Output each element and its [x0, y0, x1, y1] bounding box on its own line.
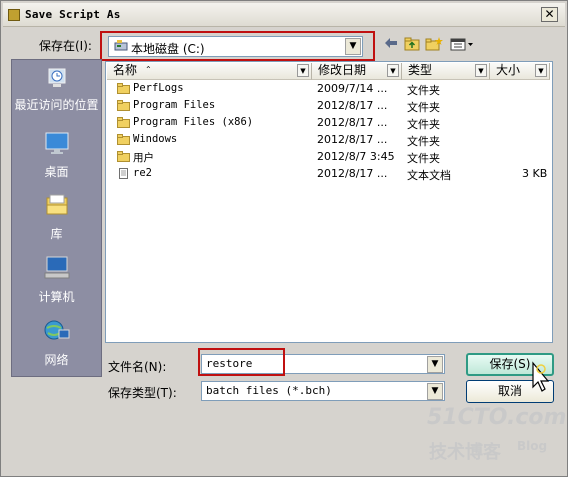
sort-up-icon: ⌃	[145, 65, 152, 74]
place-label: 最近访问的位置	[14, 98, 99, 112]
file-date: 2012/8/17 ...	[317, 116, 388, 129]
save-in-label: 保存在(I):	[39, 39, 92, 53]
folder-icon	[117, 134, 130, 145]
file-size: 3 KB	[522, 167, 548, 180]
close-button[interactable]: ✕	[541, 7, 558, 22]
chevron-down-icon[interactable]: ▼	[427, 356, 443, 373]
file-name: Program Files (x86)	[133, 116, 254, 128]
place-label: 网络	[44, 353, 69, 367]
filetype-label: 保存类型(T):	[108, 386, 177, 400]
up-folder-icon[interactable]	[403, 37, 421, 55]
file-date: 2012/8/17 ...	[317, 167, 388, 180]
file-row[interactable]: Program Files 2012/8/17 ... 文件夹	[108, 98, 552, 114]
file-date: 2009/7/14 ...	[317, 82, 388, 95]
file-row[interactable]: 用户 2012/8/7 3:45 文件夹	[108, 149, 552, 165]
file-date: 2012/8/17 ...	[317, 99, 388, 112]
filetype-select[interactable]: batch files (*.bch) ▼	[201, 381, 445, 401]
filetype-value: batch files (*.bch)	[206, 384, 332, 397]
chevron-down-icon[interactable]: ▼	[427, 383, 443, 400]
file-type: 文件夹	[407, 101, 440, 114]
folder-icon	[117, 117, 130, 128]
file-name: Program Files	[133, 99, 216, 111]
folder-icon	[117, 83, 130, 94]
file-list[interactable]: 名称 ⌃ ▼ 修改日期 ▼ 类型 ▼ 大小 ▼ PerfLogs 2009/7/1…	[105, 61, 553, 343]
file-name: Windows	[133, 133, 178, 145]
place-recent[interactable]: 最近访问的位置	[12, 65, 101, 113]
file-row[interactable]: re2 2012/8/17 ... 文本文档 3 KB	[108, 166, 552, 182]
column-label: 名称	[113, 63, 138, 77]
chevron-down-icon[interactable]: ▼	[535, 64, 547, 77]
desktop-icon	[45, 132, 68, 154]
watermark-blog: Blog	[517, 439, 548, 453]
place-library[interactable]: 库	[12, 192, 101, 242]
file-name: re2	[133, 167, 152, 179]
file-type: 文件夹	[407, 118, 440, 131]
file-row[interactable]: PerfLogs 2009/7/14 ... 文件夹	[108, 81, 552, 97]
place-label: 计算机	[38, 290, 75, 304]
place-label: 库	[50, 227, 63, 241]
file-date: 2012/8/17 ...	[317, 133, 388, 146]
network-icon	[44, 320, 69, 340]
column-label: 类型	[408, 63, 433, 77]
column-header-name[interactable]: 名称 ⌃ ▼	[107, 63, 312, 80]
place-label: 桌面	[44, 165, 69, 179]
computer-icon	[44, 256, 69, 279]
back-arrow-icon[interactable]	[382, 37, 400, 55]
save-dialog: Save Script As ✕ 保存在(I): 本地磁盘 (C:) ▼ 最近访…	[0, 0, 568, 477]
mouse-pointer-icon	[532, 361, 550, 392]
folder-icon	[117, 151, 130, 162]
library-icon	[46, 194, 67, 215]
close-icon: ✕	[544, 7, 555, 21]
file-row[interactable]: Program Files (x86) 2012/8/17 ... 文件夹	[108, 115, 552, 131]
column-header-size[interactable]: 大小 ▼	[490, 63, 550, 80]
file-type: 文件夹	[407, 135, 440, 148]
window-title: Save Script As	[25, 8, 121, 21]
column-header-date[interactable]: 修改日期 ▼	[312, 63, 402, 80]
file-type: 文件夹	[407, 84, 440, 97]
chevron-down-icon[interactable]: ▼	[387, 64, 399, 77]
place-computer[interactable]: 计算机	[12, 255, 101, 305]
column-label: 修改日期	[318, 63, 367, 77]
chevron-down-icon[interactable]: ▼	[475, 64, 487, 77]
column-label: 大小	[496, 63, 521, 77]
watermark-logo: 51CTO.com	[427, 405, 567, 430]
title-bar[interactable]: Save Script As ✕	[3, 3, 565, 27]
file-date: 2012/8/7 3:45	[317, 150, 395, 163]
recent-places-icon	[48, 68, 65, 87]
place-desktop[interactable]: 桌面	[12, 130, 101, 180]
file-name: 用户	[133, 152, 154, 164]
filename-label: 文件名(N):	[108, 360, 167, 374]
highlight-box-location	[100, 31, 375, 61]
watermark-subtitle: 技术博客	[429, 442, 501, 463]
file-row[interactable]: Windows 2012/8/17 ... 文件夹	[108, 132, 552, 148]
app-icon	[8, 9, 20, 21]
view-menu-icon[interactable]	[449, 37, 475, 55]
document-icon	[119, 168, 128, 179]
folder-icon	[117, 100, 130, 111]
highlight-box-filename	[198, 348, 285, 376]
file-type: 文本文档	[407, 169, 451, 182]
new-folder-icon[interactable]	[425, 37, 443, 55]
place-network[interactable]: 网络	[12, 318, 101, 368]
column-header-type[interactable]: 类型 ▼	[402, 63, 490, 80]
places-bar: 最近访问的位置 桌面 库 计算机 网络	[11, 59, 102, 377]
file-type: 文件夹	[407, 152, 440, 165]
file-name: PerfLogs	[133, 82, 184, 94]
chevron-down-icon[interactable]: ▼	[297, 64, 309, 77]
